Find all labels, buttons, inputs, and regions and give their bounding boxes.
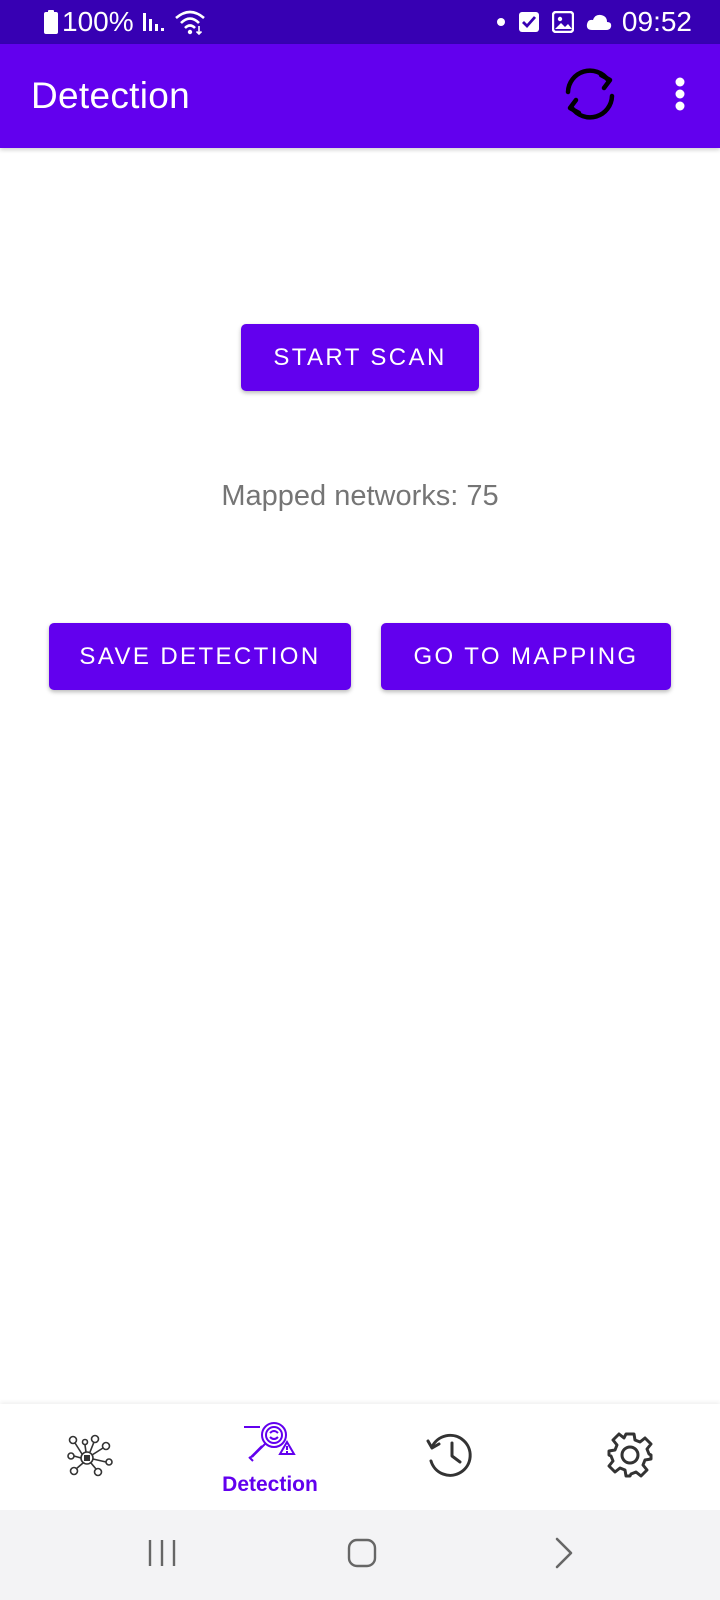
app-title: Detection	[31, 75, 191, 116]
mapped-networks-count: 75	[466, 480, 499, 512]
detection-icon	[244, 1418, 296, 1471]
mapped-networks-label: Mapped networks:	[221, 480, 459, 512]
nav-item-detection[interactable]: Detection	[180, 1404, 360, 1510]
cloud-icon	[586, 13, 612, 31]
home-button[interactable]	[332, 1530, 392, 1580]
status-bar-left: 100%	[44, 6, 210, 38]
status-bar: 100% 09:52	[0, 0, 720, 44]
start-scan-button[interactable]: START SCAN	[241, 324, 479, 391]
settings-icon	[606, 1431, 654, 1484]
save-detection-button[interactable]: SAVE DETECTION	[49, 623, 351, 690]
home-icon	[346, 1537, 378, 1574]
history-icon	[425, 1431, 475, 1484]
back-button[interactable]	[534, 1530, 594, 1580]
screen: 100% 09:52 Detection START SCAN Mapped n…	[0, 0, 720, 1600]
overflow-menu-button[interactable]	[660, 68, 700, 124]
mapped-networks-text: Mapped networks: 75	[0, 480, 720, 513]
dot-icon	[496, 17, 506, 27]
recents-icon	[146, 1538, 178, 1573]
network-map-icon	[65, 1432, 115, 1483]
wifi-icon	[174, 9, 206, 35]
overflow-menu-icon	[674, 76, 686, 117]
refresh-button[interactable]	[556, 62, 624, 130]
app-bar: Detection	[0, 44, 720, 148]
back-chevron-icon	[553, 1536, 575, 1575]
battery-percentage: 100%	[62, 6, 134, 37]
check-icon	[518, 11, 540, 33]
recents-button[interactable]	[132, 1530, 192, 1580]
status-bar-right: 09:52	[484, 6, 692, 38]
image-icon	[551, 11, 574, 33]
nav-item-network-map[interactable]	[0, 1404, 180, 1510]
bottom-navigation: Detection	[0, 1404, 720, 1510]
system-navigation-bar	[0, 1510, 720, 1600]
nav-label-detection: Detection	[222, 1472, 318, 1496]
go-to-mapping-button[interactable]: GO TO MAPPING	[381, 623, 671, 690]
nav-item-settings[interactable]	[540, 1404, 720, 1510]
refresh-icon	[558, 62, 622, 131]
signal-icon	[142, 11, 164, 33]
battery-icon	[44, 10, 58, 34]
status-time: 09:52	[621, 6, 692, 37]
nav-item-history[interactable]	[360, 1404, 540, 1510]
